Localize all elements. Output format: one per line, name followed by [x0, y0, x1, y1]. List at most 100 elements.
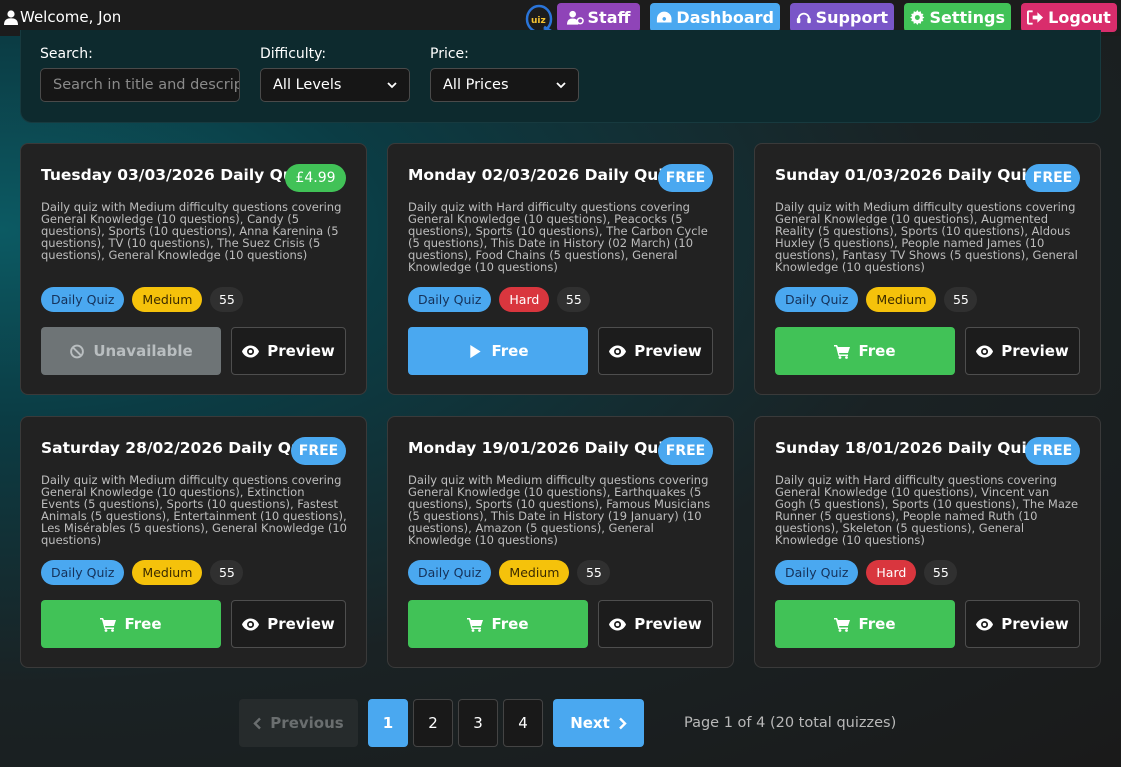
chevron-down-icon	[556, 82, 566, 89]
quiz-tags: Daily Quiz Medium 55	[408, 560, 611, 585]
quiz-tags: Daily Quiz Medium 55	[41, 560, 244, 585]
get-free-button[interactable]: Free	[775, 600, 955, 648]
preview-label: Preview	[634, 342, 702, 360]
preview-button[interactable]: Preview	[598, 600, 713, 648]
category-badge: Daily Quiz	[775, 287, 859, 312]
get-free-label: Free	[858, 615, 896, 633]
welcome-message: Welcome, Jon	[4, 8, 121, 26]
preview-label: Preview	[1001, 615, 1069, 633]
difficulty-badge: Medium	[866, 287, 937, 312]
play-button[interactable]: Free	[408, 327, 588, 375]
question-count-badge: 55	[210, 560, 244, 585]
logout-label: Logout	[1048, 8, 1111, 27]
quiz-tags: Daily Quiz Hard 55	[408, 287, 591, 312]
support-label: Support	[815, 8, 888, 27]
quiz-description: Daily quiz with Medium difficulty questi…	[775, 200, 1078, 274]
previous-label: Previous	[270, 714, 344, 732]
get-free-button[interactable]: Free	[41, 600, 221, 648]
preview-button[interactable]: Preview	[231, 327, 346, 375]
page-2-button[interactable]: 2	[413, 699, 453, 747]
preview-button[interactable]: Preview	[598, 327, 713, 375]
get-free-label: Free	[124, 615, 162, 633]
category-badge: Daily Quiz	[41, 287, 125, 312]
preview-button[interactable]: Preview	[231, 600, 346, 648]
svg-text:uiz: uiz	[531, 16, 546, 26]
get-free-label: Free	[491, 615, 529, 633]
play-icon	[470, 344, 482, 358]
quiz-description: Daily quiz with Medium difficulty questi…	[41, 473, 348, 547]
next-page-button[interactable]: Next	[553, 699, 644, 747]
price-badge: FREE	[658, 164, 713, 192]
quiz-card: Sunday 01/03/2026 Daily Quiz FREE Daily …	[754, 143, 1101, 395]
difficulty-badge: Hard	[866, 560, 917, 585]
quiz-tags: Daily Quiz Medium 55	[775, 287, 978, 312]
quiz-description: Daily quiz with Hard difficulty question…	[775, 473, 1079, 547]
quiz-description: Daily quiz with Hard difficulty question…	[408, 200, 708, 274]
quiz-description: Daily quiz with Medium difficulty questi…	[41, 200, 342, 262]
difficulty-badge: Medium	[132, 287, 203, 312]
difficulty-badge: Medium	[132, 560, 203, 585]
gear-icon	[910, 10, 925, 25]
settings-label: Settings	[929, 8, 1005, 27]
page-1-button[interactable]: 1	[368, 699, 408, 747]
page-3-button[interactable]: 3	[458, 699, 498, 747]
preview-button[interactable]: Preview	[965, 327, 1080, 375]
ban-icon	[70, 344, 85, 358]
price-badge: FREE	[658, 437, 713, 465]
eye-icon	[242, 618, 260, 630]
price-value: All Prices	[443, 77, 509, 93]
quiz-card: Saturday 28/02/2026 Daily Quiz FREE Dail…	[20, 416, 367, 668]
quiz-description: Daily quiz with Medium difficulty questi…	[408, 473, 711, 547]
get-free-label: Free	[858, 342, 896, 360]
staff-label: Staff	[587, 8, 631, 27]
search-input[interactable]: Search in title and description	[40, 68, 240, 102]
settings-button[interactable]: Settings	[904, 3, 1011, 32]
category-badge: Daily Quiz	[408, 287, 492, 312]
dashboard-icon	[656, 11, 672, 23]
get-free-button[interactable]: Free	[408, 600, 588, 648]
quiz-tags: Daily Quiz Medium 55	[41, 287, 244, 312]
cart-icon	[834, 617, 851, 632]
price-badge: FREE	[1025, 437, 1080, 465]
get-free-button[interactable]: Free	[775, 327, 955, 375]
support-button[interactable]: Support	[790, 3, 894, 32]
quiz-title: Saturday 28/02/2026 Daily Quiz	[41, 439, 317, 457]
page-info: Page 1 of 4 (20 total quizzes)	[684, 715, 897, 731]
difficulty-select[interactable]: All Levels	[260, 68, 410, 102]
preview-label: Preview	[1001, 342, 1069, 360]
category-badge: Daily Quiz	[408, 560, 492, 585]
eye-icon	[609, 618, 627, 630]
preview-button[interactable]: Preview	[965, 600, 1080, 648]
question-count-badge: 55	[557, 287, 591, 312]
cart-icon	[834, 344, 851, 359]
difficulty-value: All Levels	[273, 77, 342, 93]
category-badge: Daily Quiz	[775, 560, 859, 585]
logout-button[interactable]: Logout	[1021, 3, 1117, 32]
preview-label: Preview	[634, 615, 702, 633]
quiz-title: Sunday 18/01/2026 Daily Quiz	[775, 439, 1036, 457]
play-label: Free	[491, 342, 529, 360]
page-4-button[interactable]: 4	[503, 699, 543, 747]
price-select[interactable]: All Prices	[430, 68, 579, 102]
cart-icon	[100, 617, 117, 632]
cart-icon	[467, 617, 484, 632]
dashboard-button[interactable]: Dashboard	[650, 3, 780, 32]
quiz-card: Monday 02/03/2026 Daily Quiz FREE Daily …	[387, 143, 734, 395]
quiz-title: Tuesday 03/03/2026 Daily Quiz	[41, 166, 309, 184]
quiz-tags: Daily Quiz Hard 55	[775, 560, 958, 585]
category-badge: Daily Quiz	[41, 560, 125, 585]
quiz-card: Tuesday 03/03/2026 Daily Quiz £4.99 Dail…	[20, 143, 367, 395]
headset-icon	[796, 12, 811, 24]
previous-page-button[interactable]: Previous	[239, 699, 358, 747]
quiz-card: Sunday 18/01/2026 Daily Quiz FREE Daily …	[754, 416, 1101, 668]
chevron-down-icon	[387, 82, 397, 89]
difficulty-label: Difficulty:	[260, 46, 327, 62]
staff-button[interactable]: Staff	[557, 3, 640, 32]
unavailable-button[interactable]: Unavailable	[41, 327, 221, 375]
price-badge: £4.99	[285, 164, 346, 192]
user-icon	[4, 9, 18, 25]
question-count-badge: 55	[577, 560, 611, 585]
quiz-title: Monday 19/01/2026 Daily Quiz	[408, 439, 673, 457]
staff-icon	[566, 10, 584, 25]
search-label: Search:	[40, 46, 93, 62]
